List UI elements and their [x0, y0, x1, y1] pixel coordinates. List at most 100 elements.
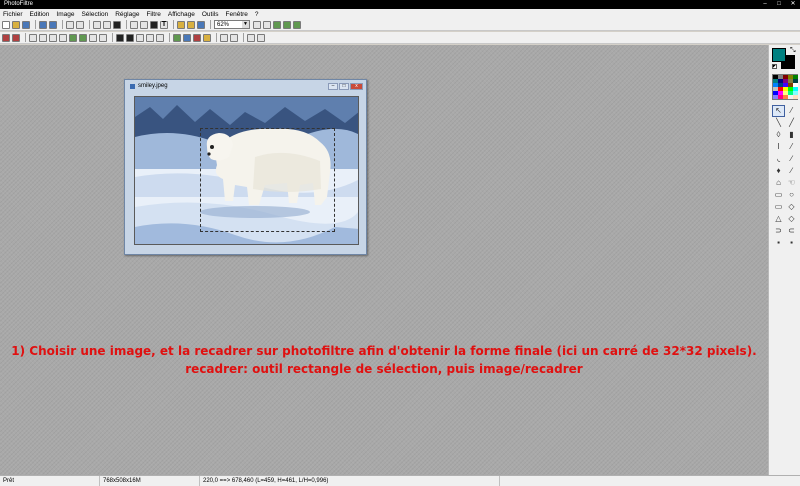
blur-drop-icon[interactable]: ◟ [772, 153, 785, 165]
smudge-icon[interactable]: ∕ [785, 153, 798, 165]
selection-tool-icon[interactable]: ↖ [772, 105, 785, 117]
document-minimize-button[interactable]: – [328, 83, 338, 90]
brightness-plus-icon[interactable] [29, 33, 37, 42]
fill-bucket-icon[interactable]: ◊ [772, 129, 785, 141]
flip-horizontal-icon[interactable] [220, 33, 228, 42]
selection-rectangle[interactable] [200, 128, 335, 232]
invert-icon[interactable]: ▪ [785, 237, 798, 249]
sharpen-icon[interactable] [156, 33, 164, 42]
finger-icon[interactable]: ∕ [785, 165, 798, 177]
foreground-color-swatch[interactable] [772, 48, 786, 62]
chevron-down-icon[interactable]: ▼ [242, 21, 249, 28]
negative-icon[interactable] [136, 33, 144, 42]
zoom-out-icon[interactable] [263, 20, 271, 29]
browser-icon[interactable] [177, 20, 185, 29]
brush-icon[interactable]: ǀ [772, 141, 785, 153]
toolbar-separator [126, 20, 127, 29]
gallery-icon[interactable] [187, 20, 195, 29]
menu-reglage[interactable]: Réglage [115, 11, 139, 18]
document-titlebar[interactable]: smiley.jpeg – □ x [128, 82, 363, 91]
menu-fenetre[interactable]: Fenêtre [226, 11, 248, 18]
blur-icon[interactable] [146, 33, 154, 42]
document-maximize-button[interactable]: □ [339, 83, 349, 90]
grayscale-icon[interactable] [116, 33, 124, 42]
eyedropper-icon[interactable]: ⁄ [785, 105, 798, 117]
hue-icon[interactable] [183, 33, 191, 42]
hand-icon[interactable]: ⌂ [772, 177, 785, 189]
red-eye-icon[interactable] [193, 33, 201, 42]
open-file-icon[interactable] [12, 20, 20, 29]
line-icon[interactable]: ╱ [785, 117, 798, 129]
document-window[interactable]: smiley.jpeg – □ x [124, 79, 367, 255]
saturation-plus-icon[interactable] [69, 33, 77, 42]
tool-grid: ↖ ⁄ ╲ ╱ ◊ ▮ ǀ ⁄ ◟ ∕ ♦ ∕ ⌂ ☜ ▭ ○ ▭ ◇ △ ◇ ⊃ ⊂ ▪ ▪ [772, 105, 799, 249]
gamma-plus-icon[interactable] [89, 33, 97, 42]
actual-size-icon[interactable] [273, 20, 281, 29]
select-all-icon[interactable]: ▪ [772, 237, 785, 249]
palette-swatch[interactable] [793, 95, 798, 99]
paste-new-icon[interactable] [140, 20, 148, 29]
copy-icon[interactable] [103, 20, 111, 29]
spray-icon[interactable]: ▮ [785, 129, 798, 141]
color-balance-icon[interactable] [173, 33, 181, 42]
contrast-plus-icon[interactable] [49, 33, 57, 42]
menu-outils[interactable]: Outils [202, 11, 219, 18]
image-size-icon[interactable] [150, 20, 158, 29]
effect-icon[interactable] [203, 33, 211, 42]
menu-selection[interactable]: Sélection [81, 11, 108, 18]
reset-colors-icon[interactable] [772, 64, 777, 69]
cut-icon[interactable] [93, 20, 101, 29]
brightness-minus-icon[interactable] [39, 33, 47, 42]
rounded-rect-icon[interactable]: ▭ [772, 201, 785, 213]
image-canvas[interactable] [134, 96, 359, 245]
fit-image-icon[interactable] [293, 20, 301, 29]
triangle-shape-icon[interactable]: △ [772, 213, 785, 225]
auto-contrast-icon[interactable] [12, 33, 20, 42]
zoom-dropdown[interactable]: 62% ▼ [214, 20, 250, 29]
contrast-minus-icon[interactable] [59, 33, 67, 42]
rectangle-shape-icon[interactable]: ▭ [772, 189, 785, 201]
print-icon[interactable] [39, 20, 47, 29]
undo-icon[interactable] [66, 20, 74, 29]
auto-level-icon[interactable] [2, 33, 10, 42]
minimize-button[interactable]: – [758, 0, 772, 9]
menu-fichier[interactable]: Fichier [3, 11, 23, 18]
fit-window-icon[interactable] [283, 20, 291, 29]
color-palette[interactable] [772, 74, 798, 100]
gamma-minus-icon[interactable] [99, 33, 107, 42]
sepia-icon[interactable] [126, 33, 134, 42]
rotate-right-icon[interactable] [257, 33, 265, 42]
pointer-hand-icon[interactable]: ☜ [785, 177, 798, 189]
pencil-icon[interactable]: ⁄ [785, 141, 798, 153]
ellipse-shape-icon[interactable]: ○ [785, 189, 798, 201]
magic-wand-icon[interactable]: ╲ [772, 117, 785, 129]
diamond-shape-icon[interactable]: ◇ [785, 201, 798, 213]
swap-colors-icon[interactable]: ⤡ [790, 47, 796, 54]
clone-stamp-icon[interactable]: ♦ [772, 165, 785, 177]
save-icon[interactable] [22, 20, 30, 29]
menu-help[interactable]: ? [255, 11, 259, 18]
toolbar-separator [243, 33, 244, 42]
redo-icon[interactable] [76, 20, 84, 29]
open-folder-icon[interactable]: ⊂ [785, 225, 798, 237]
menu-edition[interactable]: Edition [30, 11, 50, 18]
menu-image[interactable]: Image [56, 11, 74, 18]
text-tool-icon[interactable]: T [160, 20, 168, 29]
new-file-icon[interactable] [2, 20, 10, 29]
flip-vertical-icon[interactable] [230, 33, 238, 42]
polygon-icon[interactable]: ⊃ [772, 225, 785, 237]
paste-icon[interactable] [113, 20, 121, 29]
saturation-minus-icon[interactable] [79, 33, 87, 42]
lasso-icon[interactable]: ◇ [785, 213, 798, 225]
scan-icon[interactable] [49, 20, 57, 29]
menu-affichage[interactable]: Affichage [168, 11, 195, 18]
close-button[interactable]: ✕ [786, 0, 800, 9]
maximize-button[interactable]: □ [772, 0, 786, 9]
menu-filtre[interactable]: Filtre [146, 11, 160, 18]
instruction-line-2: recadrer: outil rectangle de sélection, … [185, 362, 583, 376]
document-close-button[interactable]: x [350, 83, 363, 90]
fullscreen-icon[interactable] [197, 20, 205, 29]
duplicate-icon[interactable] [130, 20, 138, 29]
rotate-left-icon[interactable] [247, 33, 255, 42]
zoom-in-icon[interactable] [253, 20, 261, 29]
